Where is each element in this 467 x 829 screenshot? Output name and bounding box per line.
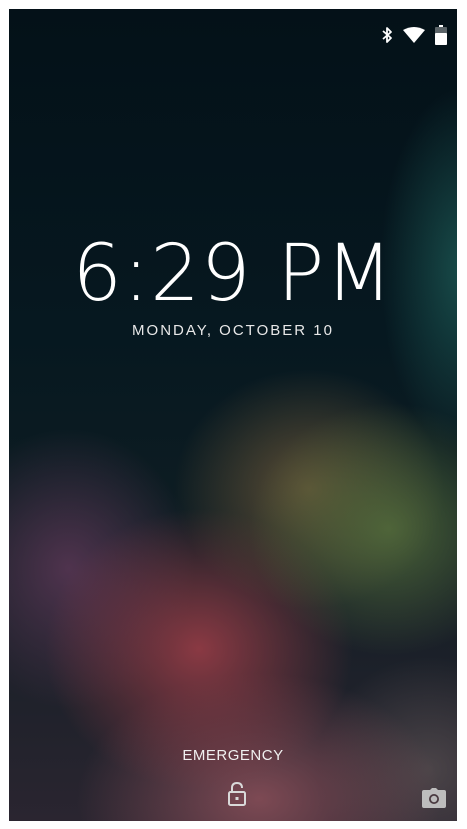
unlock-icon[interactable] <box>227 781 247 807</box>
camera-icon[interactable] <box>422 787 446 809</box>
emergency-button[interactable]: EMERGENCY <box>9 747 457 764</box>
lockscreen: 6:29 PM MONDAY, OCTOBER 10 EMERGENCY <box>9 9 457 821</box>
wallpaper <box>9 9 457 821</box>
battery-icon <box>435 25 447 45</box>
status-bar <box>381 23 447 47</box>
bluetooth-icon <box>381 26 393 44</box>
clock-time: 6:29 PM <box>72 229 394 319</box>
wifi-icon <box>403 27 425 43</box>
clock-date: MONDAY, OCTOBER 10 <box>132 322 334 339</box>
